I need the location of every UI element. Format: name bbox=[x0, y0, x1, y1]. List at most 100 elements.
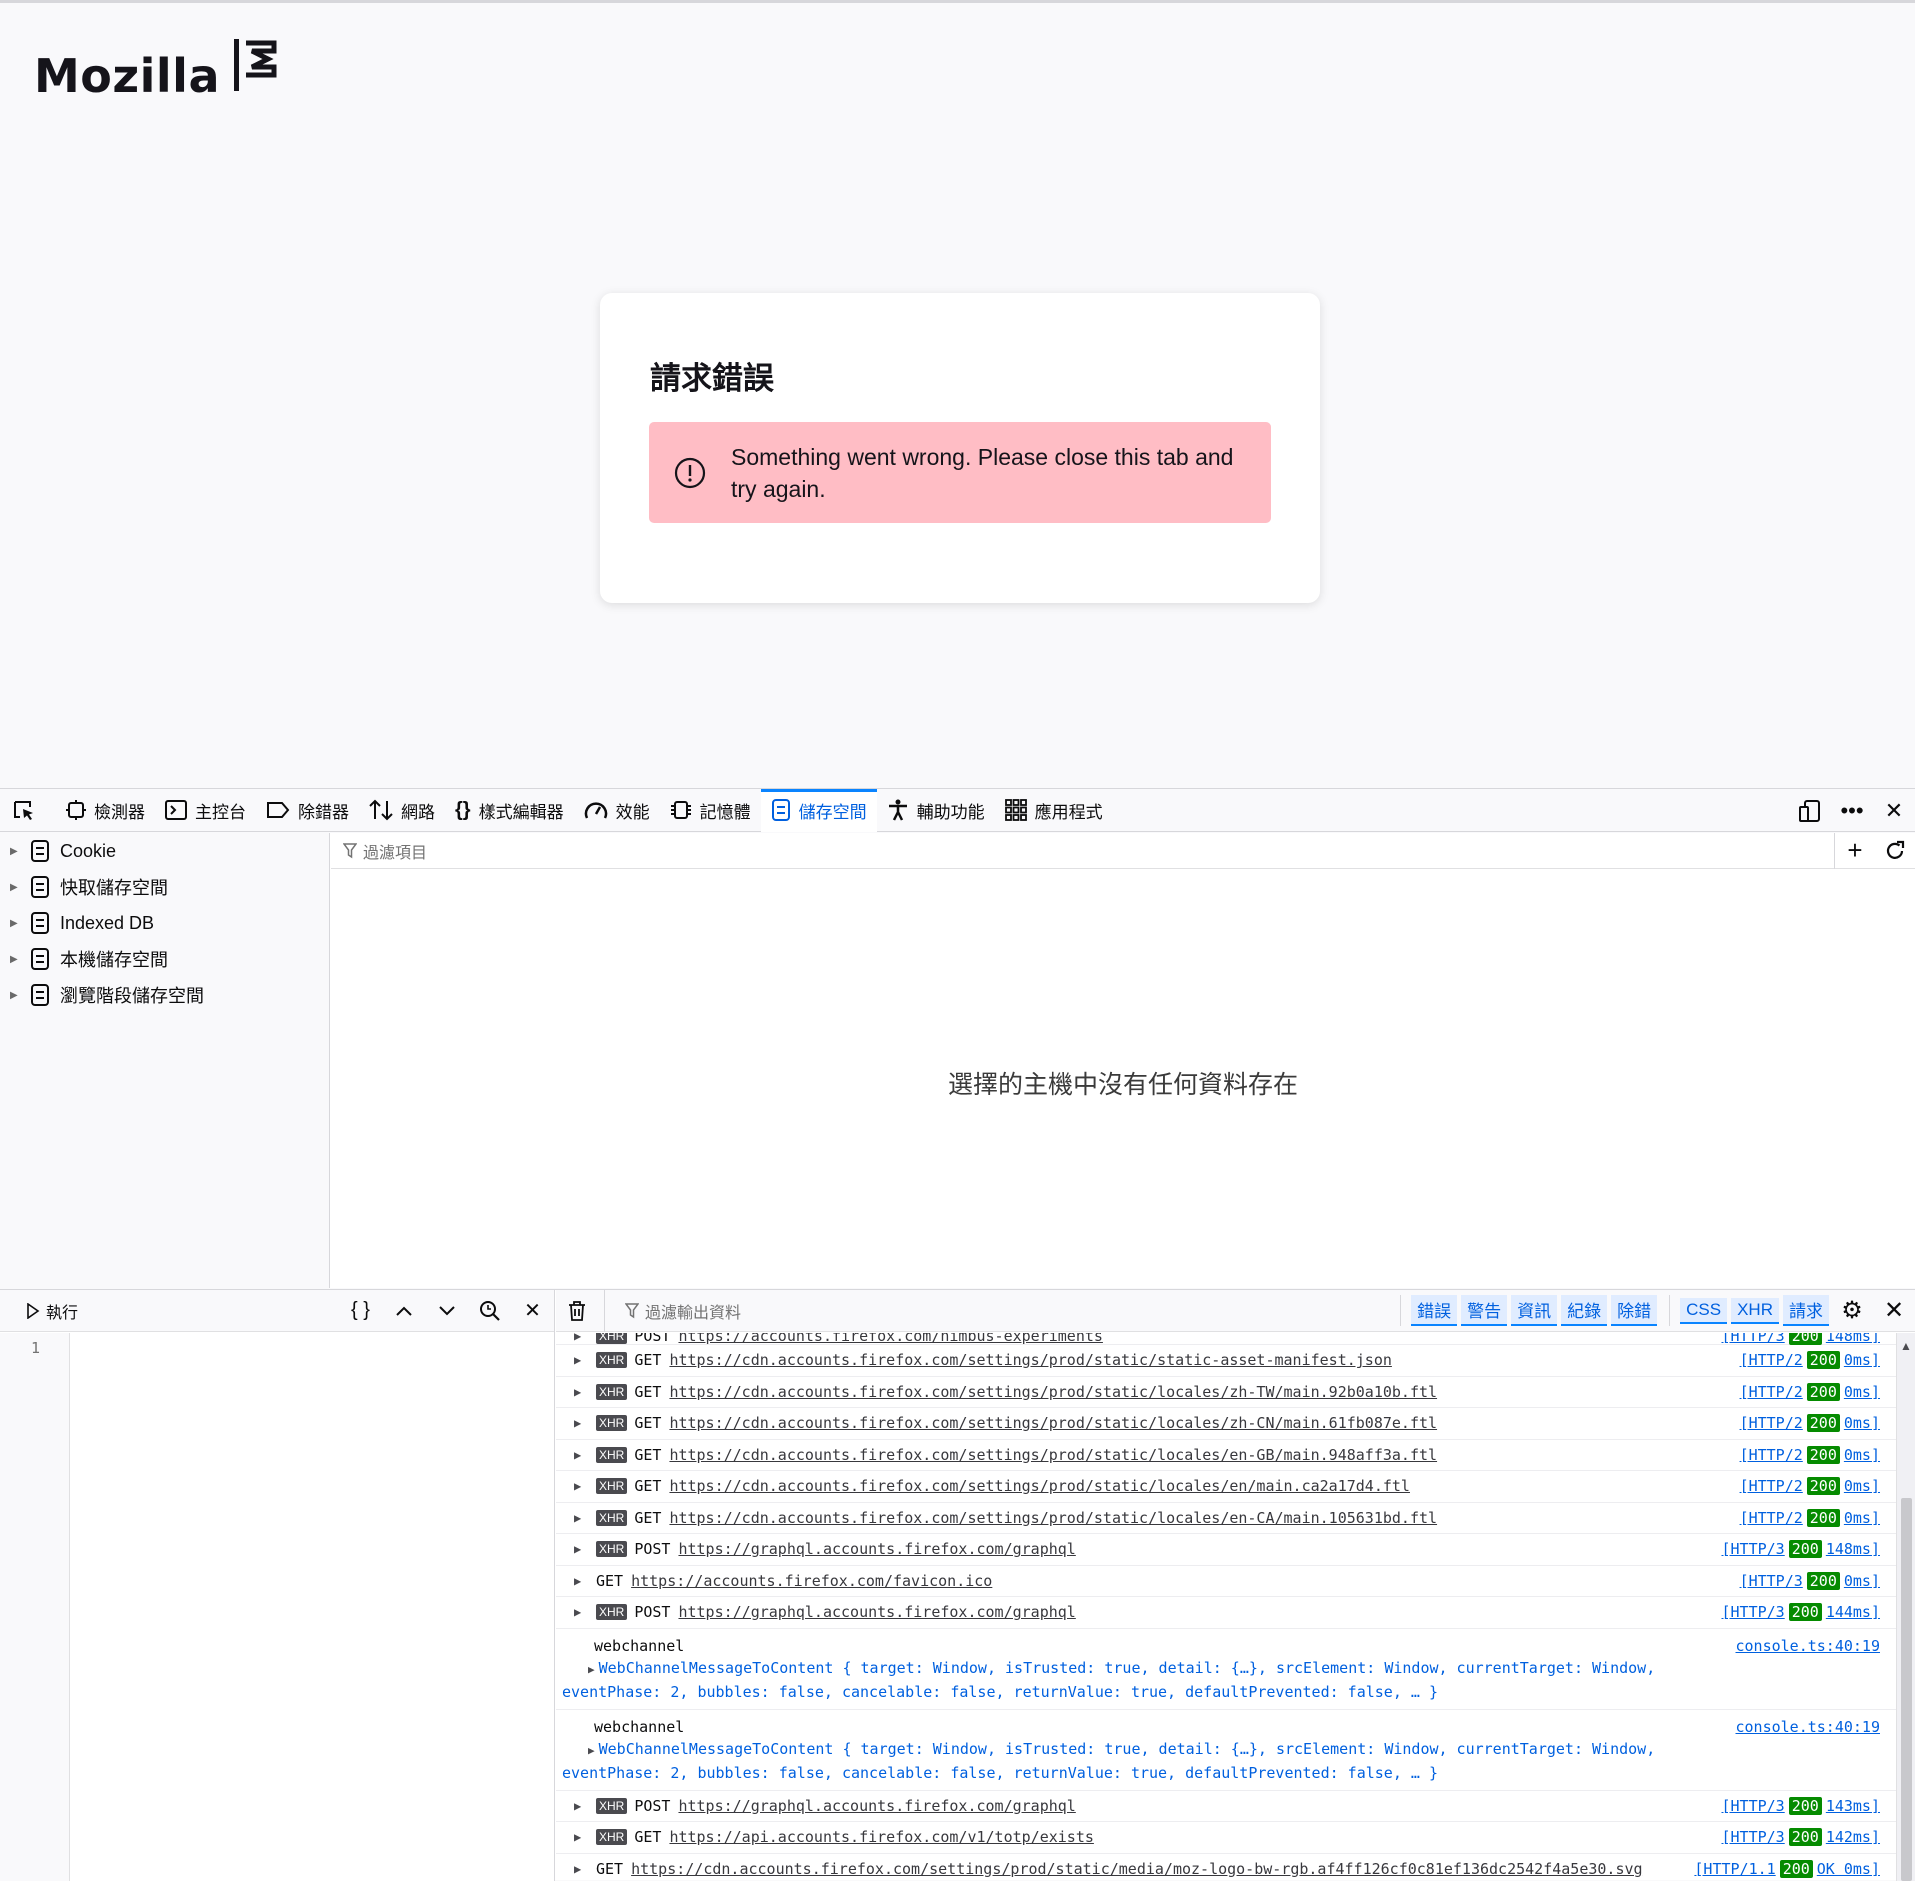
tab-storage[interactable]: 儲存空間 bbox=[761, 789, 877, 832]
log-source-link[interactable]: console.ts:40:19 bbox=[1736, 1716, 1881, 1738]
expand-arrow-icon[interactable]: ▶ bbox=[574, 1862, 586, 1876]
tab-console[interactable]: 主控台 bbox=[155, 789, 256, 832]
reverse-search-button[interactable] bbox=[468, 1290, 511, 1332]
clear-console-button[interactable] bbox=[568, 1301, 596, 1321]
scroll-thumb[interactable] bbox=[1901, 1498, 1912, 1881]
request-meta[interactable]: [HTTP/22000ms] bbox=[1740, 1383, 1880, 1401]
tab-style-editor[interactable]: {} 樣式編輯器 bbox=[445, 789, 574, 832]
scroll-up-icon[interactable]: ▲ bbox=[1900, 1339, 1912, 1353]
expand-arrow-icon[interactable]: ▶ bbox=[10, 846, 22, 857]
network-request-row[interactable]: ▶XHRGEThttps://api.accounts.firefox.com/… bbox=[556, 1822, 1896, 1854]
expand-arrow-icon[interactable]: ▶ bbox=[574, 1333, 586, 1343]
expand-arrow-icon[interactable]: ▶ bbox=[574, 1416, 586, 1430]
console-scrollbar[interactable]: ▲ bbox=[1896, 1333, 1915, 1881]
filter-logs-button[interactable]: 紀錄 bbox=[1561, 1295, 1607, 1326]
log-source-link[interactable]: console.ts:40:19 bbox=[1736, 1635, 1881, 1657]
tab-memory[interactable]: 記憶體 bbox=[660, 789, 761, 832]
tree-item-local-storage[interactable]: ▶ 本機儲存空間 bbox=[0, 941, 329, 977]
tree-item-session-storage[interactable]: ▶ 瀏覽階段儲存空間 bbox=[0, 977, 329, 1013]
tree-item-indexed-db[interactable]: ▶ Indexed DB bbox=[0, 905, 329, 941]
network-request-row[interactable]: ▶XHRPOSThttps://graphql.accounts.firefox… bbox=[556, 1597, 1896, 1629]
pretty-print-button[interactable]: { } bbox=[339, 1290, 382, 1332]
close-editor-button[interactable]: ✕ bbox=[511, 1290, 554, 1332]
request-url[interactable]: https://accounts.firefox.com/nimbus-expe… bbox=[678, 1333, 1102, 1345]
filter-css-button[interactable]: CSS bbox=[1680, 1298, 1727, 1324]
expand-arrow-icon[interactable]: ▶ bbox=[574, 1479, 586, 1493]
log-object[interactable]: ▶WebChannelMessageToContent { target: Wi… bbox=[594, 1738, 1896, 1762]
expand-arrow-icon[interactable]: ▶ bbox=[574, 1448, 586, 1462]
tab-debugger[interactable]: 除錯器 bbox=[256, 789, 359, 832]
expand-arrow-icon[interactable]: ▶ bbox=[574, 1385, 586, 1399]
request-meta[interactable]: [HTTP/3200148ms] bbox=[1722, 1333, 1881, 1345]
tab-network[interactable]: 網路 bbox=[359, 789, 445, 832]
mozilla-logo[interactable]: Mozilla bbox=[34, 39, 278, 99]
expand-arrow-icon[interactable]: ▶ bbox=[588, 1744, 595, 1757]
console-settings-button[interactable]: ⚙ bbox=[1831, 1290, 1873, 1332]
expand-arrow-icon[interactable]: ▶ bbox=[574, 1542, 586, 1556]
filter-errors-button[interactable]: 錯誤 bbox=[1411, 1295, 1457, 1326]
request-url[interactable]: https://cdn.accounts.firefox.com/setting… bbox=[669, 1509, 1437, 1527]
request-url[interactable]: https://graphql.accounts.firefox.com/gra… bbox=[678, 1540, 1075, 1558]
filter-xhr-button[interactable]: XHR bbox=[1731, 1298, 1779, 1324]
expand-arrow-icon[interactable]: ▶ bbox=[574, 1605, 586, 1619]
tree-item-cookie[interactable]: ▶ Cookie bbox=[0, 833, 329, 869]
request-url[interactable]: https://accounts.firefox.com/favicon.ico bbox=[631, 1572, 992, 1590]
request-url[interactable]: https://cdn.accounts.firefox.com/setting… bbox=[669, 1383, 1437, 1401]
network-request-row[interactable]: ▶GEThttps://accounts.firefox.com/favicon… bbox=[556, 1566, 1896, 1598]
refresh-button[interactable] bbox=[1875, 833, 1915, 869]
request-meta[interactable]: [HTTP/3200143ms] bbox=[1722, 1797, 1881, 1815]
network-request-row[interactable]: ▶XHRPOSThttps://graphql.accounts.firefox… bbox=[556, 1791, 1896, 1823]
network-request-row[interactable]: ▶GEThttps://cdn.accounts.firefox.com/set… bbox=[556, 1854, 1896, 1881]
request-url[interactable]: https://graphql.accounts.firefox.com/gra… bbox=[678, 1797, 1075, 1815]
request-url[interactable]: https://cdn.accounts.firefox.com/setting… bbox=[669, 1351, 1391, 1369]
run-button[interactable]: 執行 bbox=[18, 1295, 86, 1327]
expand-arrow-icon[interactable]: ▶ bbox=[574, 1353, 586, 1367]
expand-arrow-icon[interactable]: ▶ bbox=[574, 1511, 586, 1525]
request-url[interactable]: https://cdn.accounts.firefox.com/setting… bbox=[669, 1477, 1410, 1495]
output-filter-input[interactable]: 過濾輸出資料 bbox=[604, 1290, 1400, 1332]
network-request-row[interactable]: ▶XHRGEThttps://cdn.accounts.firefox.com/… bbox=[556, 1471, 1896, 1503]
request-url[interactable]: https://cdn.accounts.firefox.com/setting… bbox=[669, 1446, 1437, 1464]
expand-arrow-icon[interactable]: ▶ bbox=[10, 954, 22, 965]
request-meta[interactable]: [HTTP/3200142ms] bbox=[1722, 1828, 1881, 1846]
close-split-console-button[interactable]: ✕ bbox=[1873, 1290, 1915, 1332]
request-meta[interactable]: [HTTP/22000ms] bbox=[1740, 1446, 1880, 1464]
request-meta[interactable]: [HTTP/1.1200OK 0ms] bbox=[1694, 1860, 1880, 1878]
network-request-row[interactable]: ▶XHRGEThttps://cdn.accounts.firefox.com/… bbox=[556, 1377, 1896, 1409]
request-meta[interactable]: [HTTP/22000ms] bbox=[1740, 1351, 1880, 1369]
log-object[interactable]: ▶WebChannelMessageToContent { target: Wi… bbox=[594, 1657, 1896, 1681]
network-request-row[interactable]: ▶XHRPOSThttps://graphql.accounts.firefox… bbox=[556, 1534, 1896, 1566]
request-meta[interactable]: [HTTP/22000ms] bbox=[1740, 1477, 1880, 1495]
tab-performance[interactable]: 效能 bbox=[574, 789, 660, 832]
more-options-button[interactable]: ••• bbox=[1831, 789, 1873, 832]
responsive-design-button[interactable] bbox=[1789, 789, 1831, 832]
network-request-row[interactable]: ▶XHRGEThttps://cdn.accounts.firefox.com/… bbox=[556, 1503, 1896, 1535]
network-request-row[interactable]: ▶XHRGEThttps://cdn.accounts.firefox.com/… bbox=[556, 1408, 1896, 1440]
request-meta[interactable]: [HTTP/3200148ms] bbox=[1722, 1540, 1881, 1558]
expand-arrow-icon[interactable]: ▶ bbox=[574, 1799, 586, 1813]
request-meta[interactable]: [HTTP/3200144ms] bbox=[1722, 1603, 1881, 1621]
history-previous-button[interactable] bbox=[382, 1290, 425, 1332]
request-url[interactable]: https://api.accounts.firefox.com/v1/totp… bbox=[669, 1828, 1093, 1846]
filter-info-button[interactable]: 資訊 bbox=[1511, 1295, 1557, 1326]
filter-warnings-button[interactable]: 警告 bbox=[1461, 1295, 1507, 1326]
tree-item-cache-storage[interactable]: ▶ 快取儲存空間 bbox=[0, 869, 329, 905]
request-url[interactable]: https://cdn.accounts.firefox.com/setting… bbox=[631, 1860, 1642, 1878]
network-request-row[interactable]: ▶XHRPOSThttps://accounts.firefox.com/nim… bbox=[556, 1333, 1896, 1345]
history-next-button[interactable] bbox=[425, 1290, 468, 1332]
add-item-button[interactable]: + bbox=[1835, 833, 1875, 869]
filter-debug-button[interactable]: 除錯 bbox=[1611, 1295, 1657, 1326]
filter-requests-button[interactable]: 請求 bbox=[1783, 1295, 1829, 1326]
expand-arrow-icon[interactable]: ▶ bbox=[574, 1574, 586, 1588]
expand-arrow-icon[interactable]: ▶ bbox=[588, 1663, 595, 1676]
tab-application[interactable]: 應用程式 bbox=[995, 789, 1113, 832]
close-devtools-button[interactable]: ✕ bbox=[1873, 789, 1915, 832]
request-url[interactable]: https://cdn.accounts.firefox.com/setting… bbox=[669, 1414, 1437, 1432]
expand-arrow-icon[interactable]: ▶ bbox=[10, 882, 22, 893]
storage-filter-input[interactable]: 過濾項目 bbox=[331, 839, 1834, 863]
request-meta[interactable]: [HTTP/22000ms] bbox=[1740, 1414, 1880, 1432]
request-meta[interactable]: [HTTP/32000ms] bbox=[1740, 1572, 1880, 1590]
expand-arrow-icon[interactable]: ▶ bbox=[10, 918, 22, 929]
element-picker-button[interactable] bbox=[0, 789, 56, 832]
network-request-row[interactable]: ▶XHRGEThttps://cdn.accounts.firefox.com/… bbox=[556, 1440, 1896, 1472]
